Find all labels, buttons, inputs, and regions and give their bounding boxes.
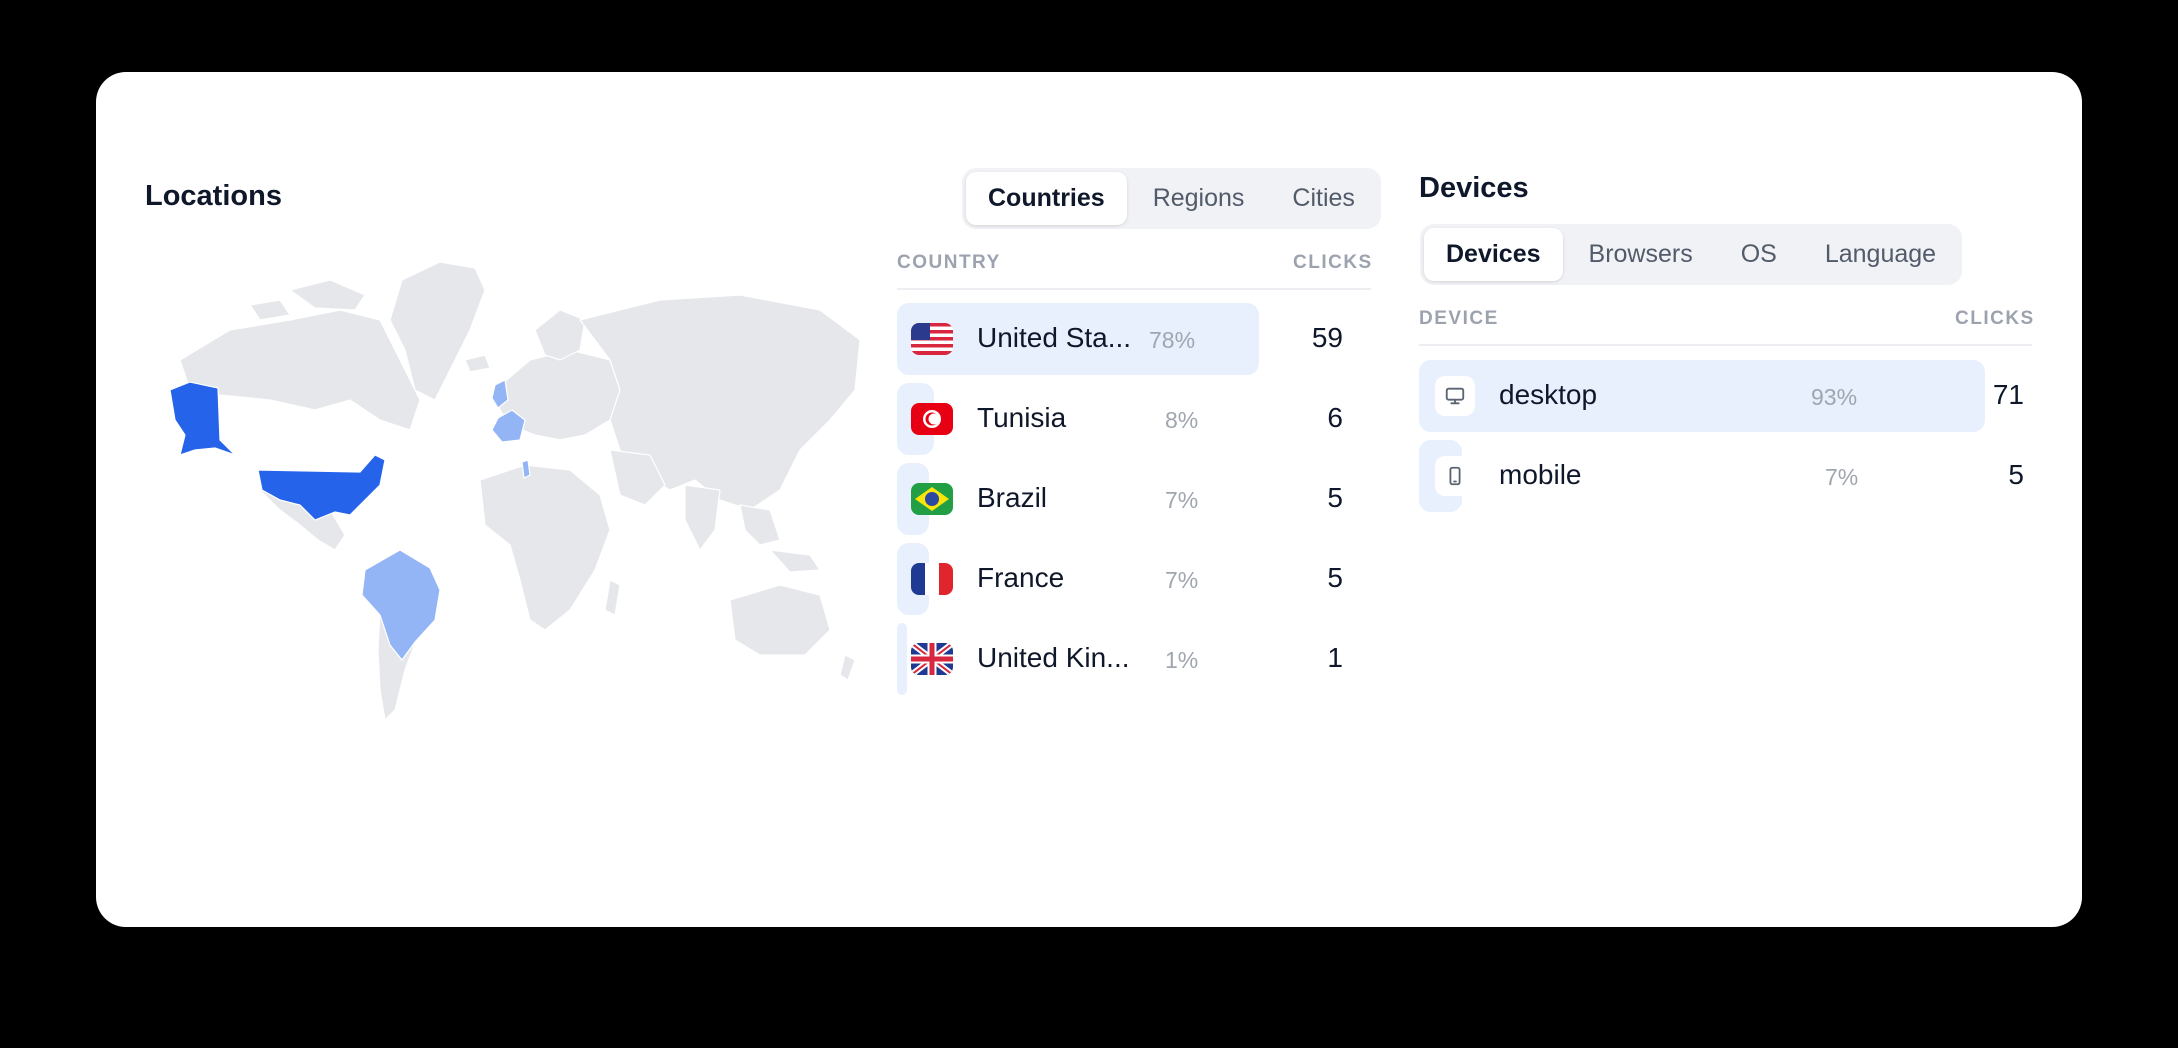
country-name: United Sta... [977, 322, 1132, 353]
tab-regions[interactable]: Regions [1131, 172, 1267, 225]
country-percent: 1% [1165, 647, 1199, 673]
country-percent: 78% [1149, 327, 1196, 353]
map-africa [479, 464, 611, 631]
table-row[interactable]: France 7% 5 [897, 543, 1371, 615]
table-row[interactable]: Tunisia 8% 6 [897, 383, 1371, 455]
device-clicks: 71 [1992, 379, 2024, 410]
tab-os[interactable]: OS [1719, 228, 1799, 281]
map-arctic-islands [288, 279, 366, 311]
tunisia-flag-icon [911, 403, 953, 435]
device-column-header: DEVICE [1419, 308, 1499, 329]
country-name: Brazil [977, 482, 1048, 513]
country-percent: 7% [1165, 567, 1199, 593]
table-row[interactable]: mobile 7% 5 [1419, 440, 2032, 512]
devices-tabs: Devices Browsers OS Language [1420, 224, 1963, 285]
france-flag-icon [911, 563, 953, 595]
table-row[interactable]: Brazil 7% 5 [897, 463, 1371, 535]
device-name: desktop [1499, 379, 1598, 410]
tab-countries[interactable]: Countries [966, 172, 1127, 225]
locations-title: Locations [145, 180, 282, 212]
device-percent: 7% [1825, 464, 1859, 490]
table-row[interactable]: United Kin... 1% 1 [897, 623, 1371, 695]
table-row[interactable]: United Sta... 78% 59 [897, 303, 1371, 375]
device-name: mobile [1499, 459, 1582, 490]
country-name: Tunisia [977, 402, 1067, 433]
map-usa [257, 454, 386, 521]
us-flag-icon [911, 323, 953, 355]
country-clicks: 59 [1311, 322, 1343, 353]
world-map [169, 261, 860, 722]
divider [1419, 344, 2032, 346]
country-column-header: COUNTRY [897, 252, 1001, 273]
device-percent: 93% [1811, 384, 1858, 410]
tab-language[interactable]: Language [1803, 228, 1958, 281]
map-australia [729, 584, 831, 656]
monitor-icon [1435, 376, 1475, 416]
map-tunisia [521, 459, 531, 479]
smartphone-icon [1435, 456, 1475, 496]
clicks-column-header: CLICKS [1293, 252, 1373, 273]
uk-flag-icon [911, 643, 953, 675]
country-clicks: 1 [1327, 642, 1343, 673]
country-percent: 7% [1165, 487, 1199, 513]
map-brazil [361, 549, 441, 661]
country-percent: 8% [1165, 407, 1199, 433]
country-clicks: 5 [1327, 482, 1343, 513]
device-clicks-column-header: CLICKS [1955, 308, 2035, 329]
tab-devices[interactable]: Devices [1424, 228, 1563, 281]
country-clicks: 6 [1327, 402, 1343, 433]
share-bar [897, 623, 907, 695]
devices-title: Devices [1419, 172, 1529, 204]
country-name: France [977, 562, 1065, 593]
table-row[interactable]: desktop 93% 71 [1419, 360, 2032, 432]
brazil-flag-icon [911, 483, 953, 515]
country-clicks: 5 [1327, 562, 1343, 593]
device-clicks: 5 [2008, 459, 2024, 490]
tab-cities[interactable]: Cities [1270, 172, 1377, 225]
tab-browsers[interactable]: Browsers [1567, 228, 1715, 281]
locations-tabs: Countries Regions Cities [962, 168, 1381, 229]
divider [897, 288, 1371, 290]
country-name: United Kin... [977, 642, 1130, 673]
